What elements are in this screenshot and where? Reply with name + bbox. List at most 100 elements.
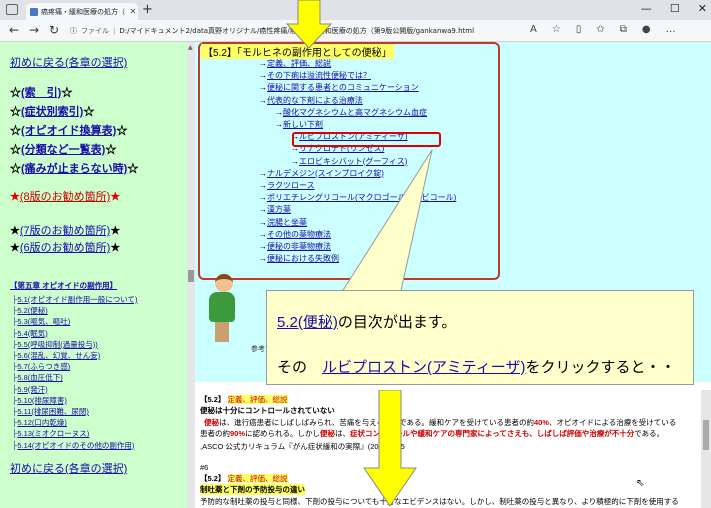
lubiprostone-link-callout[interactable]: ルビプロストン(アミティーザ) — [322, 359, 526, 376]
toc-item[interactable]: →エロビキシバット(グーフィス) — [291, 156, 407, 167]
collections-icon[interactable]: ⧉ — [620, 24, 627, 35]
toc-item[interactable]: →酸化マグネシウムと高マグネシウム血症 — [275, 107, 427, 118]
right-scrollbar-thumb[interactable] — [703, 420, 709, 450]
chapter-section-link[interactable]: ├5.10(排尿障害) — [12, 395, 67, 406]
favorites-list-icon[interactable]: ✩ — [596, 24, 604, 35]
chapter-section-link[interactable]: ├5.3(嘔気、嘔吐) — [12, 316, 70, 327]
lubiprostone-highlight-box — [292, 132, 441, 147]
chapter-section-link[interactable]: ├5.7(ふらつき感) — [12, 361, 70, 372]
chapter-title-link[interactable]: 【第五章 オピオイドの副作用】 — [10, 280, 117, 291]
back-to-chapters-link-top[interactable]: 初めに戻る(各章の選択) — [10, 54, 127, 70]
chapter-section-link[interactable]: ├5.9(発汗) — [12, 384, 48, 395]
chapter-section-link[interactable]: ├5.4(眠気) — [12, 328, 48, 339]
profile-icon[interactable]: ● — [642, 24, 651, 35]
toc-item[interactable]: →ラクツロース — [259, 180, 315, 191]
toc-item-label[interactable]: その他の薬物療法 — [267, 230, 331, 239]
section-subheading-2: 制吐薬と下剤の予防投与の違い — [200, 484, 305, 495]
index-item[interactable]: ☆(索 引)☆ — [10, 84, 72, 100]
toc-item-label[interactable]: 便秘における失敗例 — [267, 254, 339, 263]
chapter-section-link[interactable]: ├5.11(排尿困難、尿閉) — [12, 406, 89, 417]
toc-item[interactable]: →ナルデメジン(スインプロイク錠) — [259, 168, 384, 179]
back-icon[interactable]: ← — [6, 23, 22, 37]
toc-item[interactable]: →便秘の非薬物療法 — [259, 241, 331, 252]
constipation-link[interactable]: 5.2(便秘) — [277, 314, 338, 331]
chapter-section-link[interactable]: ├5.1(オピオイド副作用一般について) — [12, 294, 138, 305]
star-icon: ☆ — [116, 125, 128, 137]
toc-item[interactable]: →定義、評価、総説 — [259, 58, 331, 69]
toc-arrow-icon: → — [275, 107, 283, 117]
star-icon: ★ — [10, 225, 20, 237]
left-scrollbar-thumb[interactable] — [188, 270, 194, 282]
star-icon: ☆ — [10, 144, 21, 156]
toc-arrow-icon: → — [259, 168, 267, 178]
toc-arrow-icon: → — [259, 181, 267, 190]
section-heading-2: 【5.2】 定義、評価、総説 — [200, 474, 288, 483]
opioid-conversion-item[interactable]: ☆(オピオイド換算表)☆ — [10, 122, 127, 138]
chapter-section-link[interactable]: ├5.8(血圧低下) — [12, 372, 63, 383]
split-icon[interactable]: ▯ — [576, 24, 582, 35]
recommend-7th-item[interactable]: ★(7版のお勧め箇所)★ — [10, 222, 120, 238]
chapter-section-link[interactable]: ├5.14(オピオイドのその他の副作用) — [12, 440, 134, 451]
star-icon: ★ — [10, 191, 20, 203]
maximize-icon[interactable]: ☐ — [670, 2, 680, 15]
new-tab-icon[interactable]: + — [142, 2, 153, 17]
toc-item[interactable]: →新しい下剤 — [275, 119, 323, 130]
chapter-section-link[interactable]: ├5.13(ミオクローヌス) — [12, 428, 89, 439]
toc-item[interactable]: →便秘に関する患者とのコミュニケーション — [259, 82, 419, 93]
toc-item[interactable]: →便秘における失敗例 — [259, 253, 339, 264]
close-tab-icon[interactable]: ✕ — [128, 7, 138, 16]
toc-item-label[interactable]: 新しい下剤 — [283, 120, 323, 129]
close-window-icon[interactable]: ✕ — [698, 2, 707, 15]
paragraph-line-1: 便秘は、進行癌患者にしばしばみられ、苦痛を与える症状である。緩和ケアを受けている… — [204, 418, 677, 427]
browser-tab[interactable]: 癌疼痛・緩和医療の処方（第9版） ✕ — [26, 3, 138, 20]
toc-item-label[interactable]: ポリエチレングリコール(マクロゴール、モビコール) — [267, 193, 456, 202]
toc-item[interactable]: →代表的な下剤による治療法 — [259, 95, 363, 106]
toc-arrow-icon: → — [259, 193, 267, 203]
reload-icon[interactable]: ↻ — [46, 23, 62, 37]
toc-item-label[interactable]: 酸化マグネシウムと高マグネシウム血症 — [283, 108, 427, 117]
illustration-caption: 参考 — [251, 346, 265, 353]
url-scheme-label: ファイル — [81, 27, 109, 35]
toc-item-label[interactable]: 浣腸と坐薬 — [267, 218, 307, 227]
recommend-8th-item[interactable]: ★(8版のお勧め箇所)★ — [10, 188, 120, 204]
back-to-chapters-link-bottom[interactable]: 初めに戻る(各章の選択) — [10, 460, 127, 476]
recommend-6th-item[interactable]: ★(6版のお勧め箇所)★ — [10, 239, 120, 255]
forward-icon[interactable]: → — [26, 23, 42, 37]
info-icon[interactable]: ⓘ — [70, 26, 77, 36]
minimize-icon[interactable]: — — [641, 2, 652, 15]
toc-item-label[interactable]: 漢方薬 — [267, 205, 291, 214]
symptom-index-item[interactable]: ☆(症状別索引)☆ — [10, 103, 94, 119]
classification-list-item[interactable]: ☆(分類など一覧表)☆ — [10, 141, 116, 157]
chapter-section-link[interactable]: ├5.6(混乱、幻覚、せん妄) — [12, 350, 100, 361]
toc-arrow-icon: → — [259, 242, 267, 251]
star-icon: ★ — [110, 191, 121, 203]
toc-item-label[interactable]: ラクツロース — [267, 181, 315, 190]
favorite-icon[interactable]: ☆ — [552, 24, 561, 35]
uncontrolled-pain-item[interactable]: ☆(痛みが止まらない時)☆ — [10, 160, 138, 176]
star-icon: ★ — [110, 225, 121, 237]
scroll-up-icon[interactable]: ▲ — [188, 44, 193, 51]
chapter-section-link[interactable]: ├5.2(便秘) — [12, 305, 48, 316]
toc-item-label[interactable]: その下痢は溢流性便秘では？ — [267, 71, 371, 80]
toc-item-label[interactable]: 便秘に関する患者とのコミュニケーション — [267, 83, 419, 92]
toc-item[interactable]: →ポリエチレングリコール(マクロゴール、モビコール) — [259, 192, 456, 203]
more-icon[interactable]: … — [666, 24, 676, 35]
toc-item-label[interactable]: 定義、評価、総説 — [267, 59, 331, 68]
toc-item-label[interactable]: エロビキシバット(グーフィス) — [299, 157, 407, 166]
star-icon: ☆ — [61, 87, 73, 99]
toc-item[interactable]: →漢方薬 — [259, 204, 291, 215]
star-icon: ★ — [110, 242, 121, 254]
paragraph-line-2: 患者の約90%に認められる。しかし便秘は、症状コントロールや緩和ケアの専門家によ… — [200, 429, 665, 438]
left-scrollbar[interactable]: ▲ — [187, 42, 195, 508]
toc-item[interactable]: →その下痢は溢流性便秘では？ — [259, 70, 371, 81]
star-icon: ☆ — [127, 163, 139, 175]
toc-item-label[interactable]: 代表的な下剤による治療法 — [267, 96, 363, 105]
toc-item-label[interactable]: ナルデメジン(スインプロイク錠) — [267, 169, 384, 178]
toc-item[interactable]: →浣腸と坐薬 — [259, 217, 307, 228]
toc-item-label[interactable]: 便秘の非薬物療法 — [267, 242, 331, 251]
right-scrollbar[interactable] — [701, 390, 711, 508]
read-aloud-icon[interactable]: A — [530, 24, 537, 35]
chapter-section-link[interactable]: ├5.12(口内乾燥) — [12, 417, 67, 428]
toc-item[interactable]: →その他の薬物療法 — [259, 229, 331, 240]
chapter-section-link[interactable]: ├5.5(呼吸抑制(過量投与)) — [12, 339, 98, 350]
